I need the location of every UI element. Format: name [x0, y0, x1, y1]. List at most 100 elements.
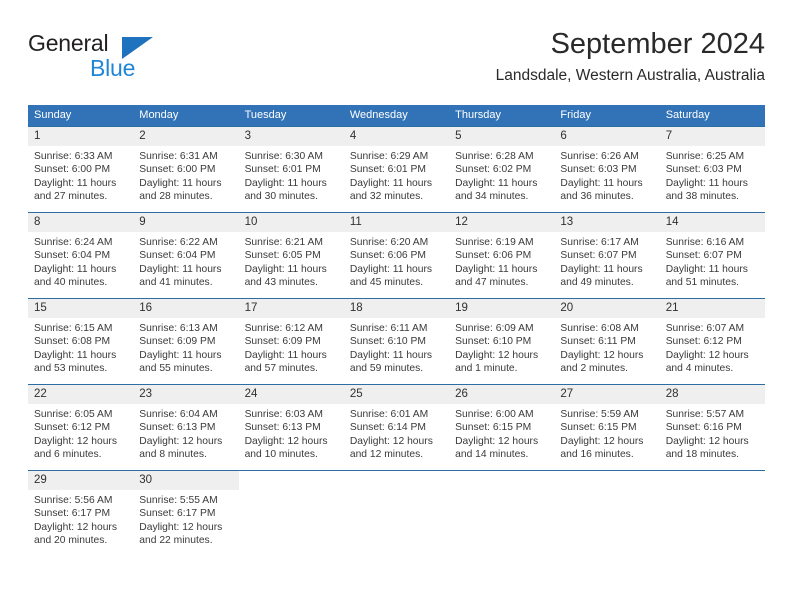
day-details: Sunrise: 5:56 AM Sunset: 6:17 PM Daylight:…: [28, 490, 133, 548]
day-cell-inner: 24 Sunrise: 6:03 AM Sunset: 6:13 PM Dayligh…: [238, 385, 344, 470]
day-cell-inner: 12 Sunrise: 6:19 AM Sunset: 6:06 PM Dayligh…: [449, 213, 555, 298]
day-cell-inner: 2 Sunrise: 6:31 AM Sunset: 6:00 PM Daylight…: [133, 127, 239, 212]
calendar-day-cell[interactable]: 8 Sunrise: 6:24 AM Sunset: 6:04 PM Daylight…: [28, 212, 134, 299]
calendar-day-cell[interactable]: 1 Sunrise: 6:33 AM Sunset: 6:00 PM Daylight…: [28, 126, 134, 213]
day-number: 20: [554, 299, 660, 318]
daylight-text: Daylight: 11 hours and 49 minutes.: [560, 263, 643, 289]
day-number: 27: [554, 385, 660, 404]
sunrise-text: Sunrise: 6:00 AM: [455, 409, 534, 420]
calendar-day-cell[interactable]: 6 Sunrise: 6:26 AM Sunset: 6:03 PM Daylight…: [554, 126, 660, 213]
sunrise-text: Sunrise: 6:31 AM: [139, 151, 218, 162]
sunset-text: Sunset: 6:12 PM: [665, 336, 742, 348]
calendar-day-cell[interactable]: 15 Sunrise: 6:15 AM Sunset: 6:08 PM Dayligh…: [28, 298, 134, 385]
day-details: Sunrise: 6:24 AM Sunset: 6:04 PM Daylight:…: [28, 232, 133, 290]
sunrise-text: Sunrise: 6:29 AM: [349, 151, 429, 162]
daylight-text: Daylight: 11 hours and 57 minutes.: [244, 349, 327, 375]
calendar-day-cell[interactable]: 12 Sunrise: 6:19 AM Sunset: 6:06 PM Dayligh…: [449, 212, 555, 299]
day-details: Sunrise: 5:55 AM Sunset: 6:17 PM Daylight:…: [133, 490, 238, 548]
general-blue-logo[interactable]: General Blue: [28, 30, 278, 90]
calendar-day-cell[interactable]: 23 Sunrise: 6:04 AM Sunset: 6:13 PM Dayligh…: [133, 384, 239, 471]
calendar-day-cell[interactable]: 27 Sunrise: 5:59 AM Sunset: 6:15 PM Dayligh…: [554, 384, 660, 471]
day-number: [554, 471, 659, 490]
daylight-text: Daylight: 11 hours and 40 minutes.: [34, 263, 117, 289]
calendar-day-cell[interactable]: 9 Sunrise: 6:22 AM Sunset: 6:04 PM Daylight…: [133, 212, 239, 299]
calendar-day-cell[interactable]: 28 Sunrise: 5:57 AM Sunset: 6:16 PM Dayligh…: [659, 384, 765, 471]
sunset-text: Sunset: 6:06 PM: [349, 250, 426, 262]
calendar-table: Sunday Monday Tuesday Wednesday Thursday Frid…: [28, 105, 765, 556]
calendar-day-cell[interactable]: 14 Sunrise: 6:16 AM Sunset: 6:07 PM Dayligh…: [659, 212, 765, 299]
calendar-day-cell[interactable]: 30 Sunrise: 5:55 AM Sunset: 6:17 PM Dayligh…: [133, 470, 239, 556]
day-cell-inner: 23 Sunrise: 6:04 AM Sunset: 6:13 PM Dayligh…: [133, 385, 239, 470]
sunset-text: Sunset: 6:01 PM: [349, 164, 426, 176]
calendar-body: 1 Sunrise: 6:33 AM Sunset: 6:00 PM Daylight…: [28, 126, 765, 556]
day-number: 28: [659, 385, 765, 404]
daylight-text: Daylight: 12 hours and 18 minutes.: [665, 435, 749, 461]
day-details: Sunrise: 6:11 AM Sunset: 6:10 PM Daylight:…: [344, 318, 449, 376]
calendar-week-row: 15 Sunrise: 6:15 AM Sunset: 6:08 PM Dayligh…: [28, 298, 765, 385]
day-details: Sunrise: 6:19 AM Sunset: 6:06 PM Daylight:…: [449, 232, 554, 290]
sunset-text: Sunset: 6:10 PM: [349, 336, 426, 348]
sunrise-text: Sunrise: 6:33 AM: [34, 151, 113, 162]
sunrise-text: Sunrise: 6:05 AM: [34, 409, 113, 420]
day-cell-inner: 26 Sunrise: 6:00 AM Sunset: 6:15 PM Dayligh…: [449, 385, 555, 470]
calendar-day-cell[interactable]: 5 Sunrise: 6:28 AM Sunset: 6:02 PM Daylight…: [449, 126, 555, 213]
sunset-text: Sunset: 6:01 PM: [244, 164, 321, 176]
sunrise-text: Sunrise: 6:26 AM: [560, 151, 639, 162]
day-details: Sunrise: 6:20 AM Sunset: 6:06 PM Daylight:…: [344, 232, 449, 290]
daylight-text: Daylight: 11 hours and 34 minutes.: [455, 177, 538, 203]
sunrise-text: Sunrise: 6:04 AM: [139, 409, 218, 420]
calendar-day-cell[interactable]: 22 Sunrise: 6:05 AM Sunset: 6:12 PM Dayligh…: [28, 384, 134, 471]
logo-text-blue: Blue: [90, 55, 136, 81]
calendar-day-cell[interactable]: 20 Sunrise: 6:08 AM Sunset: 6:11 PM Dayligh…: [554, 298, 660, 385]
sunset-text: Sunset: 6:03 PM: [665, 164, 742, 176]
calendar-day-cell[interactable]: 4 Sunrise: 6:29 AM Sunset: 6:01 PM Daylight…: [343, 126, 450, 213]
day-cell-inner: 4 Sunrise: 6:29 AM Sunset: 6:01 PM Daylight…: [343, 127, 450, 212]
sunset-text: Sunset: 6:15 PM: [560, 422, 637, 434]
calendar-day-cell[interactable]: 16 Sunrise: 6:13 AM Sunset: 6:09 PM Dayligh…: [133, 298, 239, 385]
calendar-week-row: 8 Sunrise: 6:24 AM Sunset: 6:04 PM Daylight…: [28, 212, 765, 299]
calendar-day-cell[interactable]: 19 Sunrise: 6:09 AM Sunset: 6:10 PM Dayligh…: [449, 298, 555, 385]
calendar-day-cell[interactable]: 7 Sunrise: 6:25 AM Sunset: 6:03 PM Daylight…: [659, 126, 765, 213]
sunrise-text: Sunrise: 5:56 AM: [34, 495, 113, 506]
sunset-text: Sunset: 6:02 PM: [455, 164, 532, 176]
daylight-text: Daylight: 11 hours and 59 minutes.: [349, 349, 433, 375]
sunset-text: Sunset: 6:17 PM: [34, 508, 111, 520]
calendar-day-cell[interactable]: 3 Sunrise: 6:30 AM Sunset: 6:01 PM Daylight…: [238, 126, 344, 213]
day-details: Sunrise: 6:25 AM Sunset: 6:03 PM Daylight:…: [660, 146, 765, 204]
day-cell-inner: 21 Sunrise: 6:07 AM Sunset: 6:12 PM Dayligh…: [659, 299, 765, 384]
daylight-text: Daylight: 12 hours and 16 minutes.: [560, 435, 644, 461]
day-cell-inner: [344, 471, 449, 556]
daylight-text: Daylight: 11 hours and 51 minutes.: [665, 263, 748, 289]
daylight-text: Daylight: 12 hours and 2 minutes.: [560, 349, 644, 375]
calendar-day-cell[interactable]: 2 Sunrise: 6:31 AM Sunset: 6:00 PM Daylight…: [133, 126, 239, 213]
day-number: 15: [28, 299, 134, 318]
calendar-day-cell[interactable]: 11 Sunrise: 6:20 AM Sunset: 6:06 PM Dayligh…: [343, 212, 450, 299]
calendar-day-cell[interactable]: 29 Sunrise: 5:56 AM Sunset: 6:17 PM Dayligh…: [28, 470, 134, 556]
daylight-text: Daylight: 11 hours and 32 minutes.: [349, 177, 433, 203]
calendar-day-cell[interactable]: 13 Sunrise: 6:17 AM Sunset: 6:07 PM Dayligh…: [554, 212, 660, 299]
sunrise-text: Sunrise: 6:17 AM: [560, 237, 639, 248]
day-cell-inner: 14 Sunrise: 6:16 AM Sunset: 6:07 PM Dayligh…: [659, 213, 765, 298]
sunset-text: Sunset: 6:14 PM: [349, 422, 426, 434]
weekday-header-wednesday: Wednesday: [343, 105, 450, 127]
day-number: 6: [554, 127, 660, 146]
day-number: [449, 471, 554, 490]
sunrise-text: Sunrise: 6:12 AM: [244, 323, 323, 334]
weekday-header-sunday: Sunday: [28, 105, 134, 127]
calendar-day-cell[interactable]: 21 Sunrise: 6:07 AM Sunset: 6:12 PM Dayligh…: [659, 298, 765, 385]
calendar-day-cell[interactable]: 24 Sunrise: 6:03 AM Sunset: 6:13 PM Dayligh…: [238, 384, 344, 471]
calendar-day-cell[interactable]: 17 Sunrise: 6:12 AM Sunset: 6:09 PM Dayligh…: [238, 298, 344, 385]
calendar-day-cell[interactable]: 10 Sunrise: 6:21 AM Sunset: 6:05 PM Dayligh…: [238, 212, 344, 299]
daylight-text: Daylight: 11 hours and 28 minutes.: [139, 177, 222, 203]
calendar-day-cell[interactable]: 26 Sunrise: 6:00 AM Sunset: 6:15 PM Dayligh…: [449, 384, 555, 471]
day-cell-inner: 30 Sunrise: 5:55 AM Sunset: 6:17 PM Dayligh…: [133, 471, 239, 556]
sunrise-text: Sunrise: 6:16 AM: [665, 237, 745, 248]
day-details: Sunrise: 6:13 AM Sunset: 6:09 PM Daylight:…: [133, 318, 238, 376]
day-cell-inner: 19 Sunrise: 6:09 AM Sunset: 6:10 PM Dayligh…: [449, 299, 555, 384]
calendar-day-cell[interactable]: 18 Sunrise: 6:11 AM Sunset: 6:10 PM Dayligh…: [343, 298, 450, 385]
daylight-text: Daylight: 12 hours and 6 minutes.: [34, 435, 117, 461]
daylight-text: Daylight: 11 hours and 38 minutes.: [665, 177, 748, 203]
daylight-text: Daylight: 12 hours and 1 minute.: [455, 349, 539, 375]
calendar-day-cell[interactable]: 25 Sunrise: 6:01 AM Sunset: 6:14 PM Dayligh…: [343, 384, 450, 471]
day-cell-inner: 5 Sunrise: 6:28 AM Sunset: 6:02 PM Daylight…: [449, 127, 555, 212]
